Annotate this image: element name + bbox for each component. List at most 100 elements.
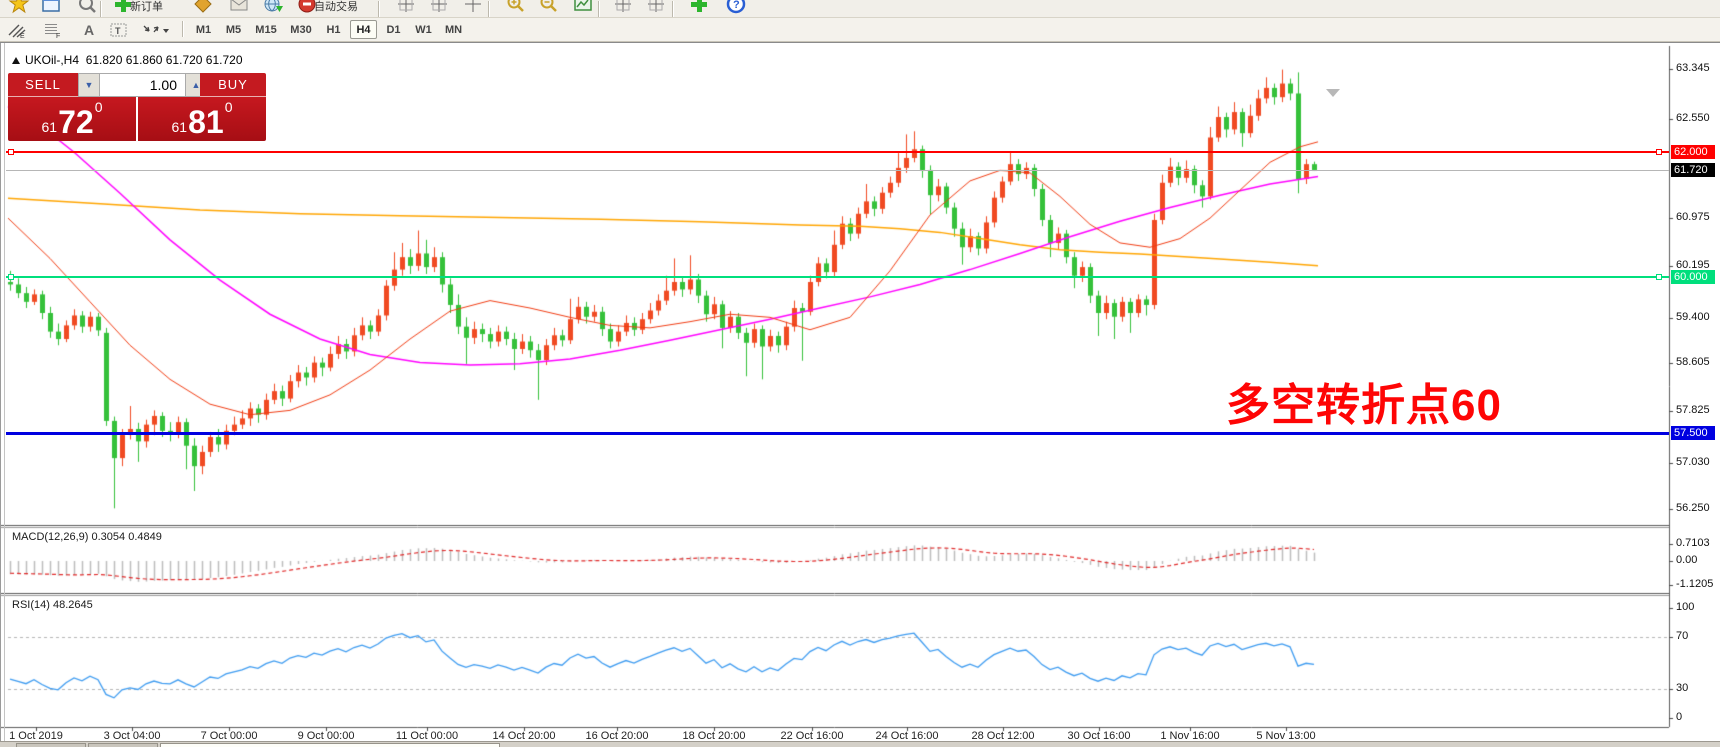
hline-handle[interactable] [1656, 274, 1662, 280]
toolbar-standard: ? 新订单 自动交易 [0, 0, 1720, 18]
bid-price-display[interactable]: 61 72 0 [8, 97, 136, 141]
hline-handle[interactable] [1656, 149, 1662, 155]
chart-title: UKOil-,H4 61.820 61.860 61.720 61.720 [12, 53, 243, 67]
chart-text-annotation[interactable]: 多空转折点60 [1226, 369, 1502, 433]
indicators-diamond-icon[interactable] [192, 0, 214, 15]
macd-axis-label: -1.1205 [1676, 578, 1713, 590]
rsi-indicator-label: RSI(14) 48.2645 [12, 599, 93, 611]
text-tool-icon[interactable]: A [76, 20, 102, 40]
cursor-a-icon[interactable] [612, 0, 634, 15]
sell-button[interactable]: SELL [8, 73, 78, 97]
hline-current-price-61720[interactable] [6, 170, 1669, 171]
rsi-title: RSI(14) [12, 599, 50, 611]
help-circle-icon[interactable]: ? [725, 0, 747, 15]
market-globe-icon[interactable] [262, 0, 284, 15]
new-chart-window-icon[interactable] [40, 0, 62, 15]
macd-title: MACD(12,26,9) [12, 531, 88, 543]
chart-tab-1[interactable] [16, 743, 86, 747]
chart-profiles-icon[interactable] [76, 0, 98, 15]
bid-main-digits: 72 [58, 107, 94, 137]
price-axis-label: 56.250 [1676, 502, 1710, 514]
rsi-axis-label: 70 [1676, 630, 1688, 642]
toolbar-separator [488, 1, 489, 17]
rsi-axis-label: 100 [1676, 601, 1694, 613]
timeframe-button-m1[interactable]: M1 [190, 20, 217, 39]
chart-tab-active[interactable] [160, 743, 500, 747]
price-axis-label: 57.030 [1676, 456, 1710, 468]
zoom-out-icon[interactable] [538, 0, 560, 15]
timeframe-button-h4[interactable]: H4 [350, 20, 377, 39]
toolbar-timeframes: E F A T M1M5M15M30H1H4D1W1MN [0, 18, 1720, 42]
arrow-styles-dropdown[interactable] [138, 20, 172, 40]
auto-trading-label[interactable]: 自动交易 [314, 0, 358, 14]
ask-pip-digit: 0 [225, 99, 233, 115]
timeframe-button-mn[interactable]: MN [440, 20, 467, 39]
bid-pip-digit: 0 [95, 99, 103, 115]
timeframe-button-m30[interactable]: M30 [285, 20, 317, 39]
chart-image-icon[interactable] [572, 0, 594, 15]
add-plus-icon[interactable] [688, 0, 710, 15]
price-axis-label: 57.825 [1676, 404, 1710, 416]
timeframe-button-d1[interactable]: D1 [380, 20, 407, 39]
timeframe-button-m5[interactable]: M5 [220, 20, 247, 39]
svg-text:?: ? [733, 0, 740, 11]
chart-tab-2[interactable] [88, 743, 158, 747]
ask-price-display[interactable]: 61 81 0 [138, 97, 266, 141]
chart-tab-bar [0, 741, 1720, 747]
ask-prefix: 61 [172, 119, 188, 135]
cursor-b-icon[interactable] [645, 0, 667, 15]
equidistant-channel-icon[interactable]: E [4, 20, 30, 40]
price-badge-61-720: 61.720 [1671, 163, 1715, 177]
crosshair-c-icon[interactable] [462, 0, 484, 15]
macd-axis-label: 0.00 [1676, 554, 1697, 566]
window-left-border-inner [4, 43, 5, 747]
toolbar-separator [598, 1, 599, 17]
toolbar-separator [100, 1, 101, 17]
price-badge-62-000: 62.000 [1671, 145, 1715, 159]
last-bar-marker-icon [1326, 89, 1340, 97]
timeframe-button-w1[interactable]: W1 [410, 20, 437, 39]
chart-window: UKOil-,H4 61.820 61.860 61.720 61.720 SE… [0, 42, 1720, 747]
price-axis-label: 60.975 [1676, 211, 1710, 223]
macd-indicator-label: MACD(12,26,9) 0.3054 0.4849 [12, 531, 162, 543]
volume-decrease-button[interactable]: ▼ [78, 73, 100, 97]
timeframe-button-h1[interactable]: H1 [320, 20, 347, 39]
svg-text:E: E [20, 33, 25, 38]
bid-prefix: 61 [42, 119, 58, 135]
price-axis-label: 58.605 [1676, 356, 1710, 368]
new-order-label[interactable]: 新订单 [130, 0, 163, 14]
crosshair-b-icon[interactable] [428, 0, 450, 15]
collapse-arrow-icon[interactable] [12, 57, 20, 64]
hline-resistance-62[interactable] [6, 151, 1669, 153]
hline-pivot-60[interactable] [6, 276, 1669, 278]
price-axis-label: 62.550 [1676, 112, 1710, 124]
zoom-in-icon[interactable] [505, 0, 527, 15]
mail-envelope-icon[interactable] [228, 0, 250, 15]
symbol-period-label: UKOil-,H4 [25, 53, 79, 67]
crosshair-a-icon[interactable] [395, 0, 417, 15]
rsi-axis-label: 0 [1676, 711, 1682, 723]
macd-signal-value: 0.4849 [128, 531, 162, 543]
hline-handle[interactable] [8, 149, 14, 155]
mt4-application: ? 新订单 自动交易 E F A T M1M5M15M30H1H4D1W1MN UK… [0, 0, 1720, 747]
price-axis-label: 63.345 [1676, 62, 1710, 74]
price-badge-60-000: 60.000 [1671, 270, 1715, 284]
fibonacci-grid-icon[interactable]: F [40, 20, 66, 40]
timeframe-button-m15[interactable]: M15 [250, 20, 282, 39]
svg-text:T: T [115, 26, 121, 36]
rsi-value: 48.2645 [53, 599, 93, 611]
buy-button[interactable]: BUY [200, 73, 266, 97]
rsi-axis-label: 30 [1676, 682, 1688, 694]
text-label-tool-icon[interactable]: T [106, 20, 132, 40]
ask-main-digits: 81 [188, 107, 224, 137]
volume-input[interactable] [100, 73, 185, 97]
price-badge-57-500: 57.500 [1671, 426, 1715, 440]
toolbar-separator [378, 1, 379, 17]
svg-text:F: F [56, 33, 60, 38]
toolbar-separator [672, 1, 673, 17]
ohlc-values: 61.820 61.860 61.720 61.720 [86, 53, 243, 67]
favorites-star-icon[interactable] [8, 0, 30, 15]
hline-handle[interactable] [8, 274, 14, 280]
macd-axis-label: 0.7103 [1676, 537, 1710, 549]
one-click-trading-widget: SELL ▼ ▲ BUY 61 72 0 61 81 0 [8, 73, 266, 141]
